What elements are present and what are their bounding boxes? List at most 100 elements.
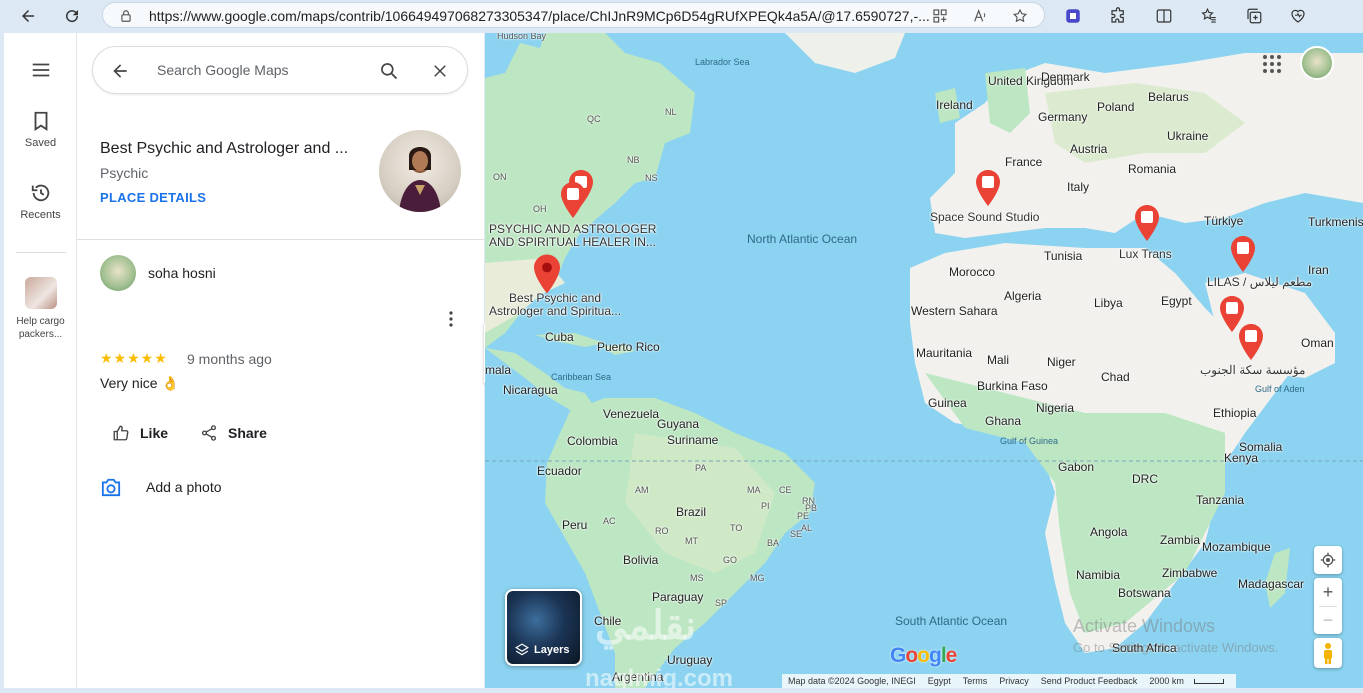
place-pin-icon[interactable] <box>1239 324 1263 360</box>
hamburger-menu-icon[interactable] <box>30 59 52 81</box>
back-arrow-icon[interactable] <box>16 4 40 28</box>
map-label: GO <box>723 555 738 565</box>
close-icon[interactable] <box>428 59 452 83</box>
layers-button[interactable]: Layers <box>505 589 582 666</box>
my-location-button[interactable] <box>1314 546 1342 574</box>
reload-icon[interactable] <box>60 4 84 28</box>
recent-place-label: Help cargo packers... <box>16 316 65 340</box>
favorites-icon[interactable] <box>1198 5 1220 27</box>
map-label: Namibia <box>1076 568 1121 582</box>
map-label: Denmark <box>1041 70 1090 84</box>
map-label: Niger <box>1047 355 1076 369</box>
map-label: Nicaragua <box>503 383 558 397</box>
map-label: Cuba <box>545 330 574 344</box>
pin-label[interactable]: Lux Trans <box>1119 247 1172 261</box>
recents-button[interactable]: Recents <box>4 181 77 221</box>
pin-label[interactable]: مؤسسة سكة الجنوب <box>1200 363 1305 377</box>
map-label: AM <box>635 485 649 495</box>
thumbs-up-icon <box>113 425 129 441</box>
map-label: Poland <box>1097 100 1135 114</box>
map-label: Chad <box>1101 370 1130 384</box>
pegman-button[interactable] <box>1314 638 1342 668</box>
app-available-icon[interactable] <box>931 7 949 25</box>
favorite-star-icon[interactable] <box>1011 7 1029 25</box>
zoom-in-button[interactable]: + <box>1323 578 1334 606</box>
search-box[interactable]: Search Google Maps <box>92 46 468 94</box>
map-canvas[interactable]: Hudson Bay Labrador Sea North Atlantic O… <box>485 33 1363 688</box>
map-label: Italy <box>1067 180 1090 194</box>
pin-label[interactable]: Space Sound Studio <box>930 210 1039 224</box>
more-options-icon[interactable] <box>441 309 461 329</box>
reviewer-name[interactable]: soha hosni <box>148 265 216 281</box>
map-label: SP <box>715 598 728 608</box>
layers-label: Layers <box>534 644 570 656</box>
map-label: AC <box>603 516 616 526</box>
pin-label[interactable]: LILAS / مطعم ليلاس <box>1207 275 1312 289</box>
place-details-link[interactable]: PLACE DETAILS <box>100 190 206 205</box>
activate-windows-title: Activate Windows <box>1073 616 1216 636</box>
zoom-controls: + − <box>1314 578 1342 634</box>
map-label: Libya <box>1094 296 1123 310</box>
map-label: Suriname <box>667 433 719 447</box>
feedback-link[interactable]: Send Product Feedback <box>1041 676 1138 686</box>
pin-label[interactable]: Best Psychic and Astrologer and Spiritua… <box>485 292 625 318</box>
share-icon <box>201 425 217 441</box>
terms-link[interactable]: Terms <box>963 676 988 686</box>
place-pin-icon[interactable] <box>561 182 585 218</box>
map-label: Bolivia <box>623 553 659 567</box>
like-button[interactable]: Like <box>112 421 168 445</box>
map-label: Germany <box>1038 110 1088 124</box>
split-screen-icon[interactable] <box>1153 5 1175 27</box>
scale-label: 2000 km <box>1149 676 1184 686</box>
selected-place-pin-icon[interactable] <box>534 254 560 294</box>
collections-icon[interactable] <box>1243 5 1265 27</box>
read-aloud-icon[interactable] <box>971 7 989 25</box>
pin-label[interactable]: PSYCHIC AND ASTROLOGER AND SPIRITUAL HEA… <box>489 223 664 249</box>
recent-place-button[interactable]: Help cargo packers... <box>4 277 77 341</box>
google-logo: Google <box>890 644 957 667</box>
place-title[interactable]: Best Psychic and Astrologer and ... <box>100 140 355 158</box>
share-button[interactable]: Share <box>200 421 267 445</box>
add-photo-button[interactable]: Add a photo <box>100 477 222 497</box>
address-bar[interactable]: https://www.google.com/maps/contrib/1066… <box>102 2 1045 28</box>
search-icon[interactable] <box>377 59 401 83</box>
saved-button[interactable]: Saved <box>4 109 77 149</box>
map-label: Venezuela <box>603 407 660 421</box>
add-photo-label: Add a photo <box>146 479 222 495</box>
map-label: NL <box>665 107 677 117</box>
map-label: Oman <box>1301 336 1334 350</box>
like-label: Like <box>140 425 169 441</box>
map-label: Egypt <box>1161 294 1192 308</box>
map-label: Guinea <box>928 396 967 410</box>
reviewer-avatar[interactable] <box>100 255 136 291</box>
map-label: AL <box>801 523 813 533</box>
zoom-out-button[interactable]: − <box>1323 607 1334 634</box>
privacy-link[interactable]: Privacy <box>999 676 1029 686</box>
browser-essentials-icon[interactable] <box>1287 5 1309 27</box>
map-label: Madagascar <box>1238 577 1305 591</box>
place-photo[interactable] <box>379 130 461 212</box>
place-pin-icon[interactable] <box>976 170 1000 206</box>
place-pin-icon[interactable] <box>1231 236 1255 272</box>
browser-toolbar: https://www.google.com/maps/contrib/1066… <box>0 0 1363 32</box>
place-pin-icon[interactable] <box>1135 205 1159 241</box>
extensions-puzzle-icon[interactable] <box>1107 5 1129 27</box>
menu-button[interactable] <box>4 59 77 85</box>
region-link[interactable]: Egypt <box>928 676 951 686</box>
map-label: Ukraine <box>1167 129 1209 143</box>
scale-bar[interactable]: 2000 km <box>1149 676 1230 686</box>
back-icon[interactable] <box>108 59 132 83</box>
map-label: Paraguay <box>652 590 704 604</box>
map-label: Mauritania <box>916 346 973 360</box>
map-label: RO <box>655 526 669 536</box>
map-label: Gulf of Aden <box>1255 384 1305 394</box>
map-label: Belarus <box>1148 90 1189 104</box>
lock-icon[interactable] <box>117 7 135 25</box>
map-label: MT <box>685 536 698 546</box>
account-avatar[interactable] <box>1300 46 1334 80</box>
recent-place-thumbnail <box>24 277 57 309</box>
panel-divider <box>77 239 484 240</box>
search-input[interactable]: Search Google Maps <box>157 62 289 78</box>
apps-grid-icon[interactable] <box>1262 54 1282 74</box>
extension-shield-icon[interactable] <box>1062 5 1084 27</box>
